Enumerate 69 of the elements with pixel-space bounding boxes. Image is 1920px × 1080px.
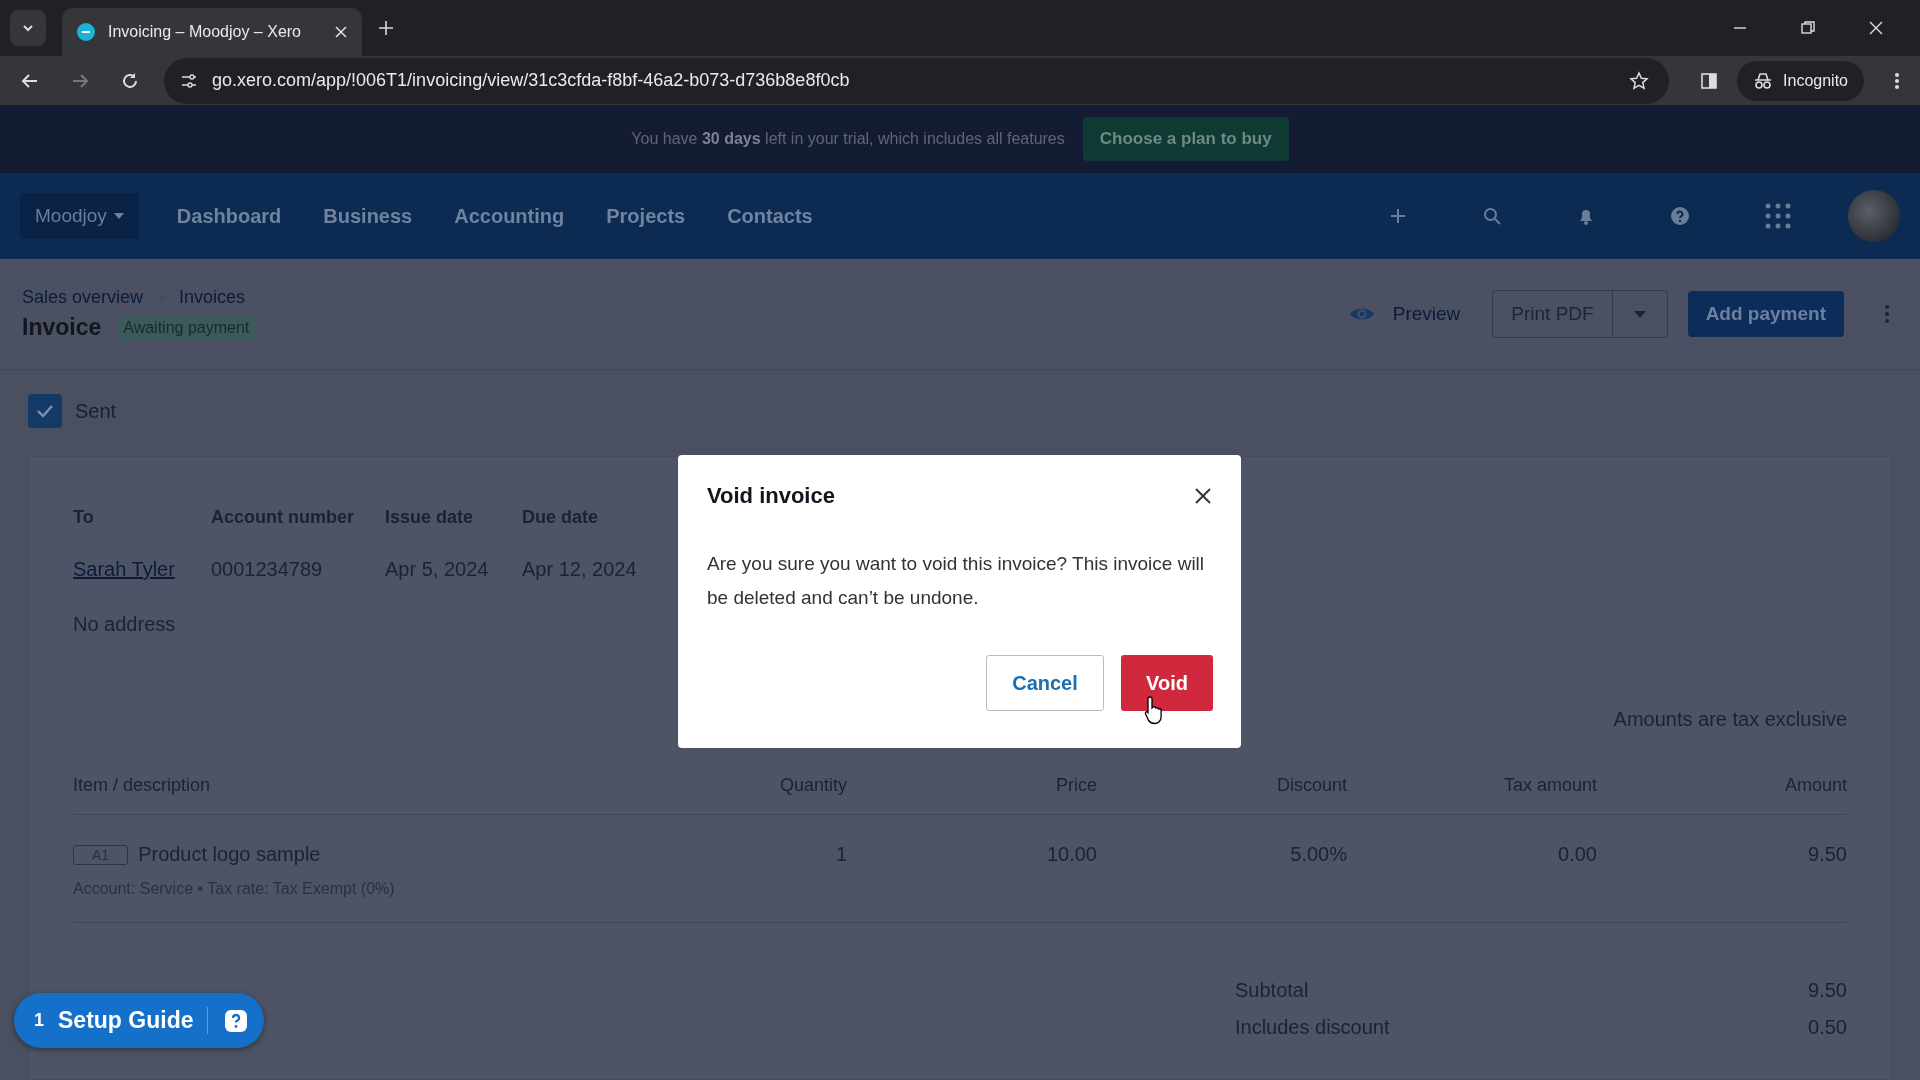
field-value: Apr 12, 2024 xyxy=(522,558,637,581)
trial-message: You have 30 days left in your trial, which includes all features xyxy=(631,130,1065,148)
nav-item[interactable]: Contacts xyxy=(727,204,813,228)
field-label: Account number xyxy=(211,507,355,528)
setup-guide-button[interactable]: 1 Setup Guide xyxy=(14,993,265,1048)
cancel-button[interactable]: Cancel xyxy=(986,655,1104,711)
apps-grid-icon[interactable] xyxy=(1764,202,1792,230)
add-payment-button[interactable]: Add payment xyxy=(1687,291,1844,337)
column-header: Price xyxy=(1055,775,1097,796)
column-header: Tax amount xyxy=(1502,775,1597,796)
setup-guide-label: Setup Guide xyxy=(58,1007,209,1034)
table-cell-text: 10.00 xyxy=(1045,843,1097,866)
address-text: No address xyxy=(73,613,177,636)
dialog-message: Are you sure you want to void this invoice? This invoice will be deleted and can’t be undone. xyxy=(707,552,1206,610)
star-icon[interactable] xyxy=(1629,70,1650,91)
nav-item[interactable]: Projects xyxy=(606,204,686,228)
column-header: Item / description xyxy=(73,775,212,796)
column-header: Quantity xyxy=(778,775,847,796)
column-header: Amount xyxy=(1783,775,1847,796)
breadcrumb-link[interactable]: Invoices xyxy=(179,287,246,308)
dialog-title: Void invoice xyxy=(707,483,835,509)
total-value: 0.50 xyxy=(1808,1016,1847,1039)
item-description: Product logo sample xyxy=(138,843,321,866)
new-tab-icon[interactable] xyxy=(378,20,394,36)
incognito-icon xyxy=(1753,70,1774,91)
tax-note: Amounts are tax exclusive xyxy=(1613,708,1847,731)
preview-button[interactable]: Preview xyxy=(1348,303,1461,325)
tab-title: Invoicing – Moodjoy – Xero xyxy=(108,23,302,41)
total-label: Includes discount xyxy=(1235,1016,1390,1039)
caret-icon xyxy=(1633,310,1646,318)
search-icon[interactable] xyxy=(1482,206,1502,226)
table-cell-text: 1 xyxy=(834,843,847,866)
field-value: Apr 5, 2024 xyxy=(385,558,490,581)
browser-tab[interactable]: Invoicing – Moodjoy – Xero xyxy=(62,8,362,56)
setup-count: 1 xyxy=(34,1010,44,1031)
contact-link[interactable]: Sarah Tyler xyxy=(73,558,187,581)
caret-icon xyxy=(113,213,124,219)
help-icon[interactable] xyxy=(1670,206,1690,226)
sent-checkbox[interactable] xyxy=(28,394,62,428)
site-logo-icon xyxy=(76,22,96,42)
total-value: 9.50 xyxy=(1808,979,1847,1002)
field-label: Due date xyxy=(522,507,600,528)
url-text: go.xero.com/app/!006T1/invoicing/view/31c3cfda-f8bf-46a2-b073-d736b8e8f0cb xyxy=(212,70,850,91)
table-cell-text: 0.00 xyxy=(1557,843,1597,866)
organisation-menu[interactable]: Moodjoy xyxy=(20,193,139,239)
total-label: Subtotal xyxy=(1235,979,1309,1002)
browser-menu-icon[interactable] xyxy=(1894,70,1900,91)
page-title: Invoice xyxy=(22,314,102,341)
restore-icon[interactable] xyxy=(1800,20,1816,36)
address-bar[interactable]: go.xero.com/app/!006T1/invoicing/view/31c3cfda-f8bf-46a2-b073-d736b8e8f0cb xyxy=(164,57,1670,104)
add-icon[interactable] xyxy=(1388,206,1408,226)
close-window-icon[interactable] xyxy=(1868,20,1884,36)
field-value: 0001234789 xyxy=(211,558,324,581)
side-panel-icon[interactable] xyxy=(1699,70,1720,91)
close-icon[interactable] xyxy=(334,25,348,39)
nav-item[interactable]: Dashboard xyxy=(176,204,282,228)
choose-plan-button[interactable]: Choose a plan to buy xyxy=(1082,117,1289,161)
site-settings-icon[interactable] xyxy=(180,71,198,90)
field-label: To xyxy=(73,507,95,528)
void-button[interactable]: Void xyxy=(1121,655,1213,711)
table-cell-text: 9.50 xyxy=(1807,843,1847,866)
incognito-indicator[interactable]: Incognito xyxy=(1737,60,1864,101)
nav-item[interactable]: Business xyxy=(323,204,413,228)
field-label: Issue date xyxy=(385,507,475,528)
table-cell-text: 5.00% xyxy=(1289,843,1347,866)
column-header: Discount xyxy=(1275,775,1347,796)
breadcrumb-link[interactable]: Sales overview xyxy=(22,287,144,308)
nav-item[interactable]: Accounting xyxy=(454,204,565,228)
close-icon[interactable] xyxy=(1193,486,1213,506)
